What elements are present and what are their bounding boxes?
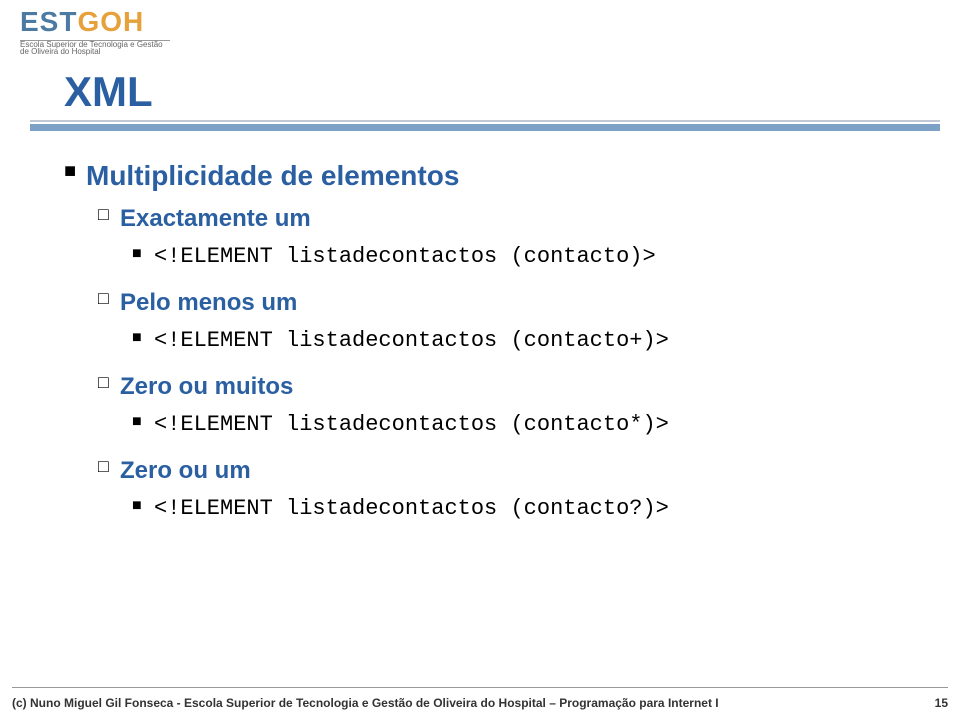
- logo: ESTGOH Escola Superior de Tecnologia e G…: [20, 6, 170, 57]
- bullet-icon: □: [98, 203, 120, 226]
- bullet-icon: ■: [132, 326, 154, 350]
- code-text: <!ELEMENT listadecontactos (contacto+)>: [154, 326, 669, 357]
- bullet-l2-text: Zero ou muitos: [120, 371, 293, 402]
- title-underline-thick: [30, 124, 940, 131]
- code-text: <!ELEMENT listadecontactos (contacto)>: [154, 242, 656, 273]
- bullet-icon: ■: [132, 242, 154, 266]
- footer-page-number: 15: [935, 696, 948, 710]
- title-underline-thin: [30, 120, 940, 122]
- bullet-icon: ■: [132, 494, 154, 518]
- bullet-icon: □: [98, 455, 120, 478]
- bullet-l2-exactamente-um: □ Exactamente um: [98, 203, 920, 234]
- slide-title: XML: [64, 68, 920, 116]
- bullet-l2-text: Pelo menos um: [120, 287, 297, 318]
- bullet-l2-zero-ou-muitos: □ Zero ou muitos: [98, 371, 920, 402]
- bullet-l1-text: Multiplicidade de elementos: [86, 158, 459, 193]
- footer-divider: [12, 687, 948, 688]
- title-underline: [64, 120, 920, 134]
- bullet-l2-zero-ou-um: □ Zero ou um: [98, 455, 920, 486]
- bullet-icon: □: [98, 371, 120, 394]
- bullet-l3-code-2: ■ <!ELEMENT listadecontactos (contacto+)…: [132, 326, 920, 357]
- code-text: <!ELEMENT listadecontactos (contacto*)>: [154, 410, 669, 441]
- bullet-icon: ■: [64, 158, 86, 184]
- bullet-l2-text: Zero ou um: [120, 455, 251, 486]
- logo-text-est: EST: [20, 6, 77, 37]
- slide-page: ESTGOH Escola Superior de Tecnologia e G…: [0, 0, 960, 718]
- slide-content: XML ■ Multiplicidade de elementos □ Exac…: [0, 58, 960, 525]
- slide-header: ESTGOH Escola Superior de Tecnologia e G…: [0, 0, 960, 58]
- bullet-l3-code-1: ■ <!ELEMENT listadecontactos (contacto)>: [132, 242, 920, 273]
- bullet-icon: □: [98, 287, 120, 310]
- bullet-l1: ■ Multiplicidade de elementos: [64, 158, 920, 193]
- bullet-l2-text: Exactamente um: [120, 203, 311, 234]
- slide-footer: (c) Nuno Miguel Gil Fonseca - Escola Sup…: [12, 696, 948, 710]
- bullet-l3-code-3: ■ <!ELEMENT listadecontactos (contacto*)…: [132, 410, 920, 441]
- bullet-icon: ■: [132, 410, 154, 434]
- code-text: <!ELEMENT listadecontactos (contacto?)>: [154, 494, 669, 525]
- logo-text-goh: GOH: [77, 6, 144, 37]
- footer-text: (c) Nuno Miguel Gil Fonseca - Escola Sup…: [12, 696, 719, 710]
- bullet-l3-code-4: ■ <!ELEMENT listadecontactos (contacto?)…: [132, 494, 920, 525]
- bullet-l2-pelo-menos-um: □ Pelo menos um: [98, 287, 920, 318]
